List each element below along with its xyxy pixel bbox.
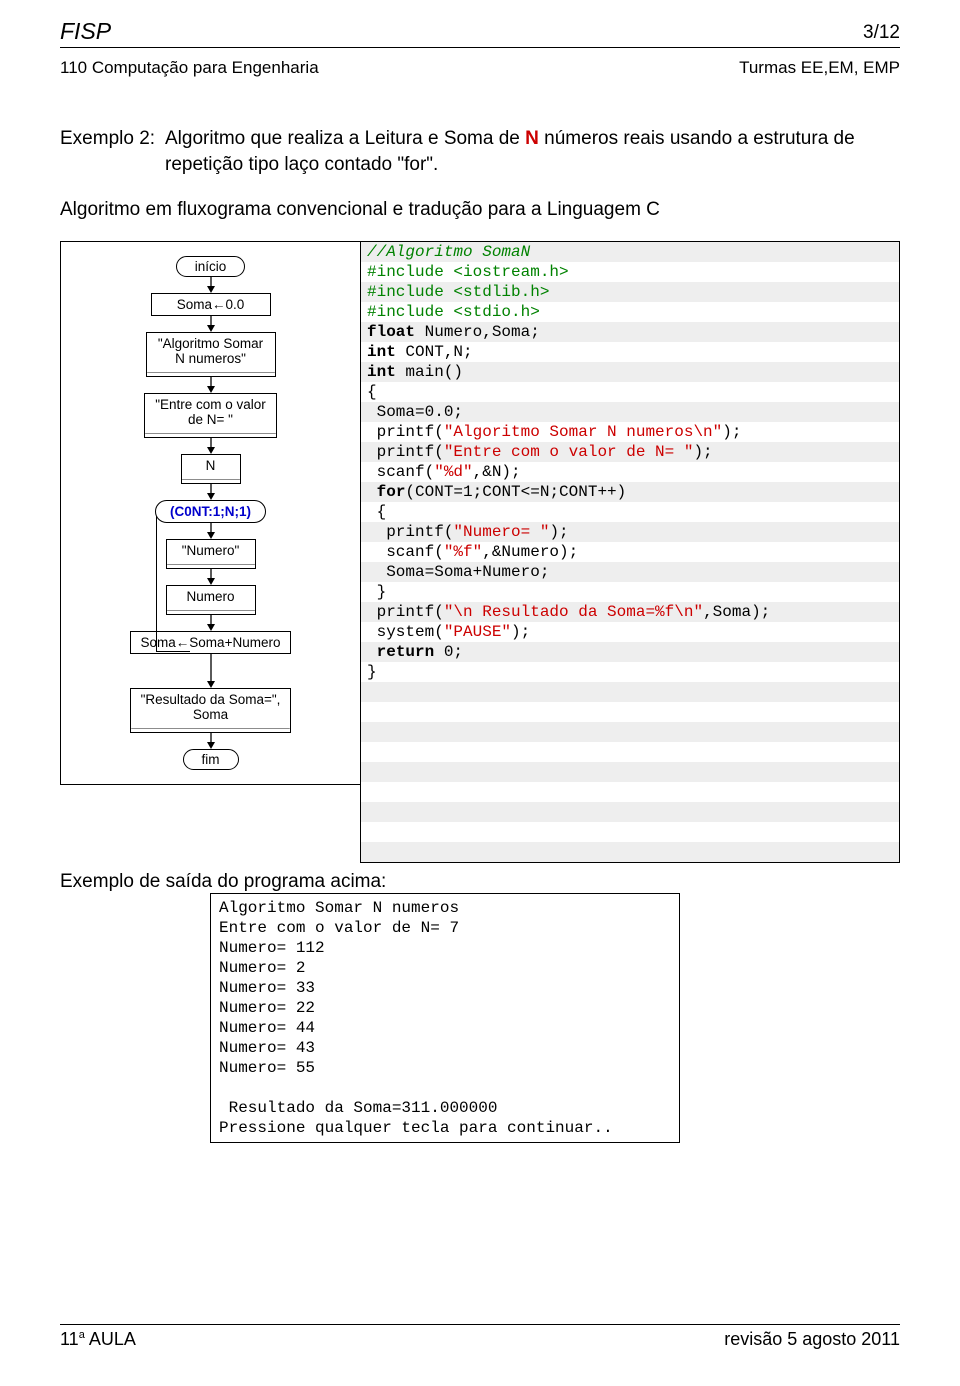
example-label: Exemplo 2: [60,126,165,152]
intro-text-before: Algoritmo que realiza a Leitura e Soma d… [165,128,525,149]
flow-io-prompt-n: "Entre com o valor de N= " [144,393,277,438]
code-listing: //Algoritmo SomaN#include <iostream.h>#i… [361,242,899,862]
flow-soma-init: Soma←0.0 [151,293,271,316]
flow-io-read-n: N [181,454,241,484]
subheader-left: 110 Computação para Engenharia [60,58,319,78]
flow-io-prompt-numero: "Numero" [166,539,256,569]
output-box: Algoritmo Somar N numeros Entre com o va… [210,893,680,1143]
header-rule [60,47,900,48]
page-subheader: 110 Computação para Engenharia Turmas EE… [60,58,900,78]
output-caption: Exemplo de saída do programa acima: [60,871,900,893]
header-right: 3/12 [863,18,900,45]
flow-io-result: "Resultado da Soma=", Soma [130,688,292,733]
page-header: FISP 3/12 [60,18,900,45]
header-left: FISP [60,18,111,45]
flow-io-title: "Algoritmo Somar N numeros" [146,332,276,377]
page-footer: 11a AULA revisão 5 agosto 2011 [60,1322,900,1350]
example-intro: Exemplo 2:Algoritmo que realiza a Leitur… [60,126,900,177]
subheader-right: Turmas EE,EM, EMP [739,58,900,78]
flowchart-column: início Soma←0.0 "Algoritmo Somar N numer… [60,241,360,785]
flow-loop-block: (C0NT:1;N;1) "Numero" Numero Soma←Soma+N… [130,500,292,654]
footer-right: revisão 5 agosto 2011 [724,1329,900,1350]
two-column-layout: início Soma←0.0 "Algoritmo Somar N numer… [60,241,900,863]
flow-fim: fim [183,749,239,770]
flow-assign: Soma←Soma+Numero [130,631,292,654]
flow-inicio: início [176,256,246,277]
paragraph-2: Algoritmo em fluxograma convencional e t… [60,199,900,221]
footer-left: 11a AULA [60,1329,136,1350]
code-column: //Algoritmo SomaN#include <iostream.h>#i… [360,241,900,863]
flow-io-read-numero: Numero [166,585,256,615]
intro-N: N [525,128,539,149]
flow-feedback-line [156,514,190,652]
flow-loop-header: (C0NT:1;N;1) [155,500,266,523]
